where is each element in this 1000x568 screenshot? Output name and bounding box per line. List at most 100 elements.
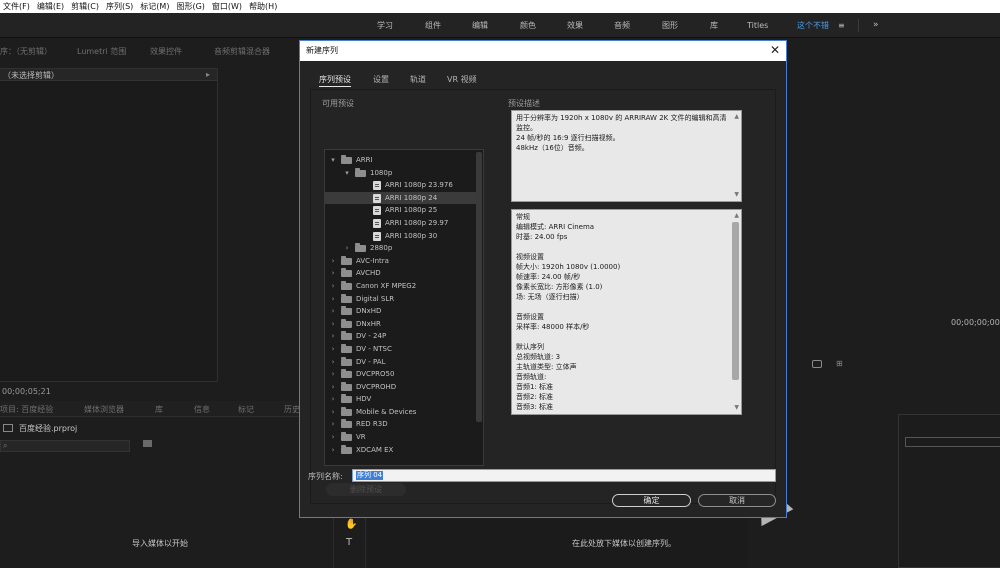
chevron-right-icon[interactable]: › [329,431,337,444]
menu-window[interactable]: 窗口(W) [209,1,246,12]
preset-row[interactable]: › DV - 24P [325,330,477,343]
menu-graphics[interactable]: 图形(G) [173,1,208,12]
chevron-right-icon[interactable]: › [329,418,337,431]
preset-row[interactable]: › DNxHD [325,305,477,318]
preset-row[interactable]: › DVCPRO50 [325,368,477,381]
chevron-right-icon[interactable]: › [329,393,337,406]
workspace-tab-graphics[interactable]: 图形 [662,13,678,38]
preset-row[interactable]: › XDCAM EX [325,444,477,457]
tab-tracks[interactable]: 轨道 [410,74,426,85]
chevron-right-icon[interactable]: › [329,305,337,318]
chevron-right-icon[interactable]: › [329,255,337,268]
menu-clip[interactable]: 剪辑(C) [68,1,103,12]
workspace-menu-icon[interactable]: ≡ [838,13,845,38]
sequence-name-value[interactable]: 序列 04 [356,471,384,480]
workspace-tab-custom[interactable]: 这个不错 [797,13,829,38]
workspace-tab-effects[interactable]: 效果 [567,13,583,38]
project-search-input[interactable]: ⌕ [0,440,130,452]
chevron-down-icon[interactable]: ▾ [343,167,351,180]
details-line: 编辑模式: ARRI Cinema [516,223,595,231]
workspace-tab-editing[interactable]: 编辑 [472,13,488,38]
preset-row[interactable]: ▾ ARRI [325,154,477,167]
workspace-tab-learn[interactable]: 学习 [377,13,393,38]
scroll-up-icon[interactable]: ▲ [734,211,739,221]
tab-markers[interactable]: 标记 [238,404,254,415]
settings-icon[interactable]: ⊞ [836,359,843,368]
tab-media-browser[interactable]: 媒体浏览器 [84,404,124,415]
presets-scrollbar[interactable] [476,152,482,422]
effect-controls-tab[interactable]: 效果控件 [150,46,182,57]
chevron-right-icon[interactable]: › [329,293,337,306]
preset-row[interactable]: ARRI 1080p 23.976 [325,179,477,192]
chevron-down-icon[interactable]: ▾ [329,154,337,167]
chevron-right-icon[interactable]: › [329,330,337,343]
scroll-up-icon[interactable]: ▲ [734,112,739,122]
preset-row[interactable]: ARRI 1080p 25 [325,204,477,217]
preset-row[interactable]: › VR [325,431,477,444]
chevron-right-icon[interactable]: › [329,267,337,280]
hand-tool-icon[interactable]: ✋ [345,519,357,530]
preset-row[interactable]: ARRI 1080p 29.97 [325,217,477,230]
tab-settings[interactable]: 设置 [373,74,389,85]
sequence-name-input[interactable] [352,469,776,482]
program-timecode[interactable]: 00;00;00;00 [951,318,1000,327]
chevron-right-icon[interactable]: › [329,280,337,293]
menu-edit[interactable]: 编辑(E) [34,1,68,12]
preset-row[interactable]: › RED R3D [325,418,477,431]
preset-row[interactable]: › DV - NTSC [325,343,477,356]
menu-file[interactable]: 文件(F) [0,1,34,12]
delete-preset-button[interactable]: 删除预设 [326,483,406,496]
preset-row[interactable]: › Mobile & Devices [325,406,477,419]
workspace-tab-assembly[interactable]: 组件 [425,13,441,38]
workspace-tab-color[interactable]: 颜色 [520,13,536,38]
chevron-right-icon[interactable]: › [329,381,337,394]
chevron-right-icon[interactable]: › [329,343,337,356]
menu-sequence[interactable]: 序列(S) [103,1,137,12]
close-icon[interactable]: ✕ [770,43,780,57]
preset-row[interactable]: › 2880p [325,242,477,255]
preset-row[interactable]: › Canon XF MPEG2 [325,280,477,293]
preset-row[interactable]: › AVC-Intra [325,255,477,268]
preset-row[interactable]: › DV - PAL [325,356,477,369]
menu-help[interactable]: 帮助(H) [246,1,281,12]
menu-marker[interactable]: 标记(M) [137,1,173,12]
export-frame-icon[interactable] [812,360,822,368]
preset-row[interactable]: ▾ 1080p [325,167,477,180]
tab-info[interactable]: 信息 [194,404,210,415]
chevron-right-icon[interactable]: › [329,406,337,419]
lumetri-scopes-tab[interactable]: Lumetri 范围 [77,46,126,57]
source-timecode[interactable]: 00;00;05;21 [2,387,51,396]
cancel-button[interactable]: 取消 [698,494,776,507]
chevron-right-icon[interactable]: › [329,444,337,457]
preset-row[interactable]: › DVCPROHD [325,381,477,394]
preset-row[interactable]: › Digital SLR [325,293,477,306]
workspace-tab-titles[interactable]: Titles [747,13,768,38]
presets-tree[interactable]: ▾ ARRI ▾ 1080p ARRI 1080p 23.976 ARRI 1080p 2… [324,149,484,466]
workspace-tab-library[interactable]: 库 [710,13,718,38]
tab-vr-video[interactable]: VR 视频 [447,74,477,85]
source-tab[interactable]: 序：（无剪辑） [0,46,52,57]
scroll-down-icon[interactable]: ▼ [734,190,739,200]
ok-button[interactable]: 确定 [612,494,691,507]
tab-history[interactable]: 历史 [284,404,300,415]
chevron-right-icon[interactable]: › [329,368,337,381]
scroll-down-icon[interactable]: ▼ [734,403,739,413]
details-scrollbar[interactable] [732,222,739,380]
tab-sequence-presets[interactable]: 序列预设 [319,74,351,87]
workspace-tab-audio[interactable]: 音频 [614,13,630,38]
audio-clip-mixer-tab[interactable]: 音频剪辑混合器 [214,46,270,57]
chevron-right-icon[interactable]: › [329,318,337,331]
preset-row[interactable]: ARRI 1080p 30 [325,230,477,243]
preset-row[interactable]: › AVCHD [325,267,477,280]
type-tool-icon[interactable]: T [346,537,352,548]
preset-row[interactable]: › HDV [325,393,477,406]
tab-libraries[interactable]: 库 [155,404,163,415]
chevron-right-icon[interactable]: › [343,242,351,255]
panel-expand-icon[interactable]: ▸ [206,70,210,79]
preset-row[interactable]: › DNxHR [325,318,477,331]
workspace-overflow-icon[interactable]: » [873,13,879,38]
tab-project[interactable]: 项目: 百度经验 [0,404,53,415]
new-bin-icon[interactable] [143,440,152,447]
preset-row[interactable]: ARRI 1080p 24 [325,191,477,205]
chevron-right-icon[interactable]: › [329,356,337,369]
